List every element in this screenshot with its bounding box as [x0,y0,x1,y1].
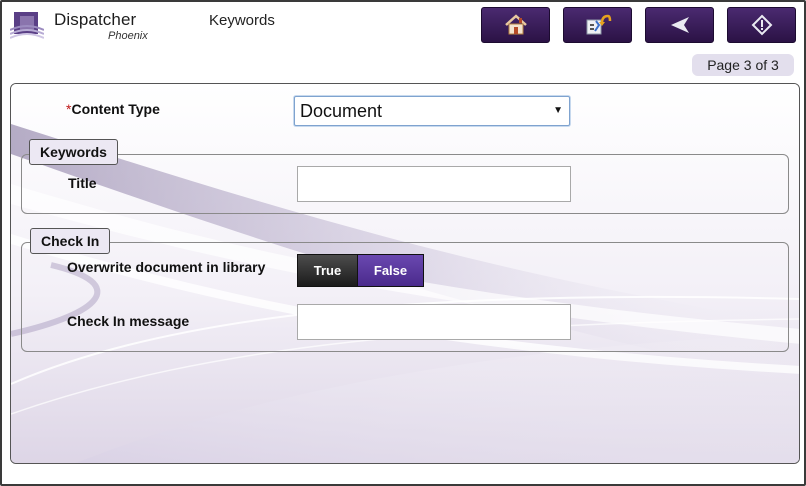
logo-name: Dispatcher [54,10,137,29]
dispatcher-logo-icon [10,12,44,39]
back-button[interactable] [645,7,714,43]
home-button[interactable] [481,7,550,43]
toggle-true-button[interactable]: True [297,254,358,287]
back-arrow-icon [670,17,689,33]
keywords-legend: Keywords [29,139,118,165]
chevron-down-icon: ▼ [553,105,563,116]
dispatcher-phoenix-logo: Dispatcher Phoenix [10,8,150,46]
toggle-false-button[interactable]: False [358,254,424,287]
content-type-value: Document [300,101,383,121]
overwrite-toggle: True False [297,254,424,287]
home-icon [504,14,527,35]
content-type-label: *Content Type [66,100,160,118]
overwrite-label: Overwrite document in library [67,259,266,275]
logo-subtitle: Phoenix [108,30,148,42]
page-indicator: Page 3 of 3 [692,54,794,76]
title-label: Title [68,175,97,191]
title-input[interactable] [297,166,571,202]
checkin-message-label: Check In message [67,313,190,329]
checkin-legend: Check In [30,228,111,254]
start-button[interactable] [727,7,796,43]
page-title: Keywords [209,12,275,29]
start-diamond-icon [751,14,772,36]
content-type-select[interactable]: Document ▼ [294,96,570,126]
checkin-message-input[interactable] [297,304,571,340]
content-type-label-text: Content Type [71,101,160,117]
form-undo-icon [586,14,611,35]
reset-button[interactable] [563,7,632,43]
app-frame: Dispatcher Phoenix Keywords Page 3 of 3 … [0,0,806,486]
form-panel: *Content Type Document ▼ Keywords Title … [10,83,800,464]
